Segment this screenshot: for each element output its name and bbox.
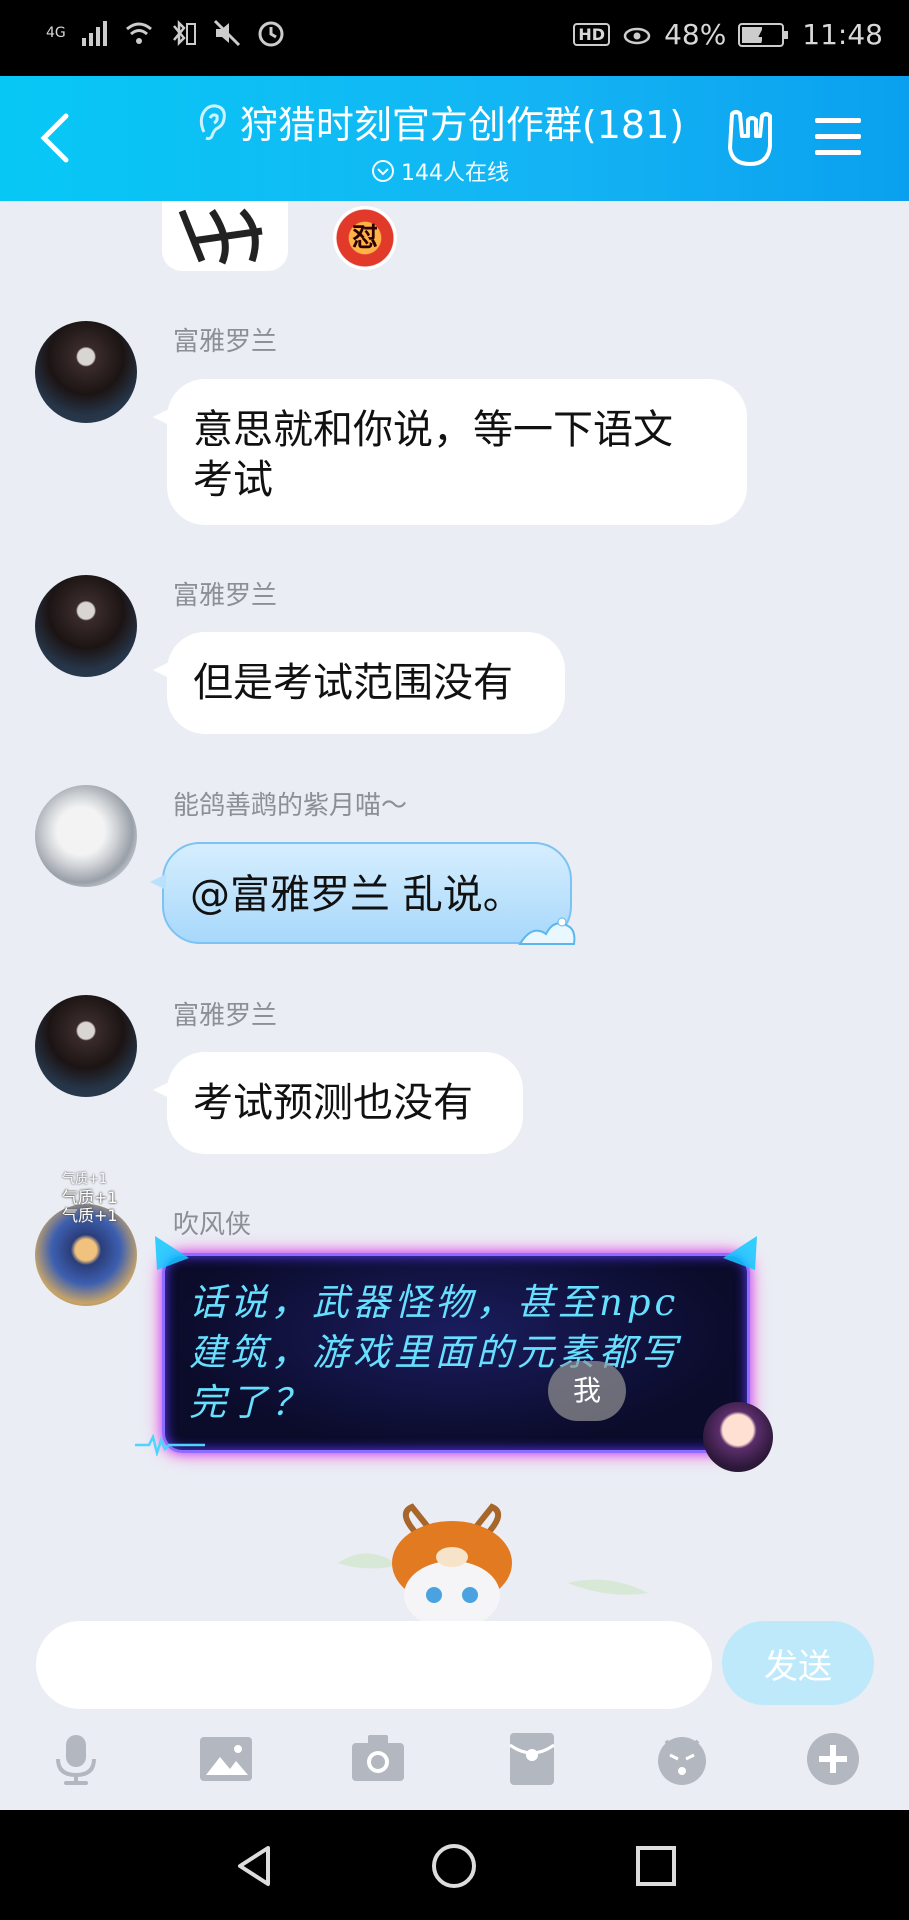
clock-time: 11:48 xyxy=(802,18,883,51)
signal-icon xyxy=(81,21,107,46)
chat-messages[interactable]: 怼 富雅罗兰 意思就和你说，等一下语文 考试 富雅罗兰 但是考试范围没有 能鸽善… xyxy=(0,201,909,1621)
sender-name: 富雅罗兰 xyxy=(173,327,278,357)
chat-toolbar xyxy=(0,1731,909,1811)
wave-decoration-icon xyxy=(518,917,576,945)
bluetooth-battery-icon xyxy=(172,19,196,47)
message-input[interactable] xyxy=(36,1621,712,1709)
mute-icon xyxy=(213,19,240,47)
flair-line: 气质+1 xyxy=(62,1188,118,1207)
avatar[interactable] xyxy=(35,321,137,423)
online-count[interactable]: 144人在线 xyxy=(401,155,509,187)
flair-line: 气质+1 xyxy=(62,1206,118,1225)
back-arrow-icon[interactable] xyxy=(36,110,76,166)
chibi-decoration xyxy=(703,1402,773,1472)
hd-badge: HD xyxy=(573,23,611,46)
battery-percent: 48% xyxy=(664,18,727,51)
plus-icon[interactable] xyxy=(805,1731,861,1787)
message-bubble[interactable]: 但是考试范围没有 xyxy=(153,632,565,734)
cat-ear-left-icon xyxy=(155,1236,189,1270)
message-text-line: 建筑，游戏里面的元素都写 xyxy=(189,1331,681,1374)
red-packet-icon[interactable] xyxy=(504,1731,560,1787)
chat-header: 狩猎时刻官方创作群(181) 144人在线 xyxy=(0,76,909,201)
avatar[interactable] xyxy=(35,575,137,677)
ear-icon[interactable] xyxy=(196,102,228,142)
message-text: @富雅罗兰 乱说。 xyxy=(190,872,523,918)
flair-line: 气质+1 xyxy=(62,1172,108,1187)
nav-recents-icon[interactable] xyxy=(632,1842,680,1890)
message-bubble[interactable]: 意思就和你说，等一下语文 考试 xyxy=(153,379,747,525)
sender-name: 富雅罗兰 xyxy=(173,1001,278,1031)
deer-hat-sticker[interactable] xyxy=(328,1503,668,1621)
menu-icon[interactable] xyxy=(815,114,861,158)
avatar[interactable] xyxy=(35,785,137,887)
rock-hand-icon[interactable] xyxy=(722,106,782,170)
nav-home-icon[interactable] xyxy=(430,1842,478,1890)
message-text-line: 话说，武器怪物，甚至npc xyxy=(189,1281,680,1324)
emoji-icon[interactable] xyxy=(654,1731,710,1787)
message-text: 但是考试范围没有 xyxy=(193,660,513,706)
send-button[interactable]: 发送 xyxy=(722,1621,874,1705)
nav-back-icon[interactable] xyxy=(230,1842,278,1890)
network-type: 4G xyxy=(46,25,66,41)
group-title[interactable]: 狩猎时刻官方创作群(181) xyxy=(240,94,684,149)
message-bubble-neon[interactable]: 话说，武器怪物，甚至npc 建筑，游戏里面的元素都写 完了？ xyxy=(135,1236,773,1472)
sender-name: 富雅罗兰 xyxy=(173,581,278,611)
alarm-icon xyxy=(258,21,284,47)
image-icon[interactable] xyxy=(198,1731,254,1787)
flair-text: 气质+1 气质+1 气质+1 xyxy=(62,1171,118,1225)
cat-ear-right-icon xyxy=(723,1236,757,1270)
message-text-line: 考试 xyxy=(193,457,273,503)
previous-image-message[interactable] xyxy=(162,201,288,271)
message-text-line: 完了？ xyxy=(189,1381,312,1424)
message-bubble[interactable]: 考试预测也没有 xyxy=(153,1052,523,1154)
input-bar: 发送 xyxy=(0,1621,909,1711)
avatar[interactable] xyxy=(35,995,137,1097)
message-text-line: 意思就和你说，等一下语文 xyxy=(193,407,673,453)
pixel-art-image xyxy=(178,208,263,265)
message-text: 考试预测也没有 xyxy=(193,1080,473,1126)
wifi-icon xyxy=(125,22,152,44)
system-nav-bar xyxy=(0,1810,909,1920)
battery-icon xyxy=(738,22,789,47)
chevron-circle-icon[interactable] xyxy=(371,159,395,183)
message-bubble[interactable]: @富雅罗兰 乱说。 xyxy=(150,842,576,945)
status-bar: 4G HD 48% 11:48 xyxy=(0,0,909,76)
me-badge: 我 xyxy=(548,1361,626,1421)
sticker-badge[interactable]: 怼 xyxy=(333,206,397,270)
sender-name: 能鸽善鹉的紫月喵～ xyxy=(173,791,408,821)
eye-comfort-icon xyxy=(623,27,651,44)
sound-wave-icon xyxy=(135,1434,205,1456)
microphone-icon[interactable] xyxy=(48,1731,104,1787)
camera-icon[interactable] xyxy=(350,1731,406,1787)
